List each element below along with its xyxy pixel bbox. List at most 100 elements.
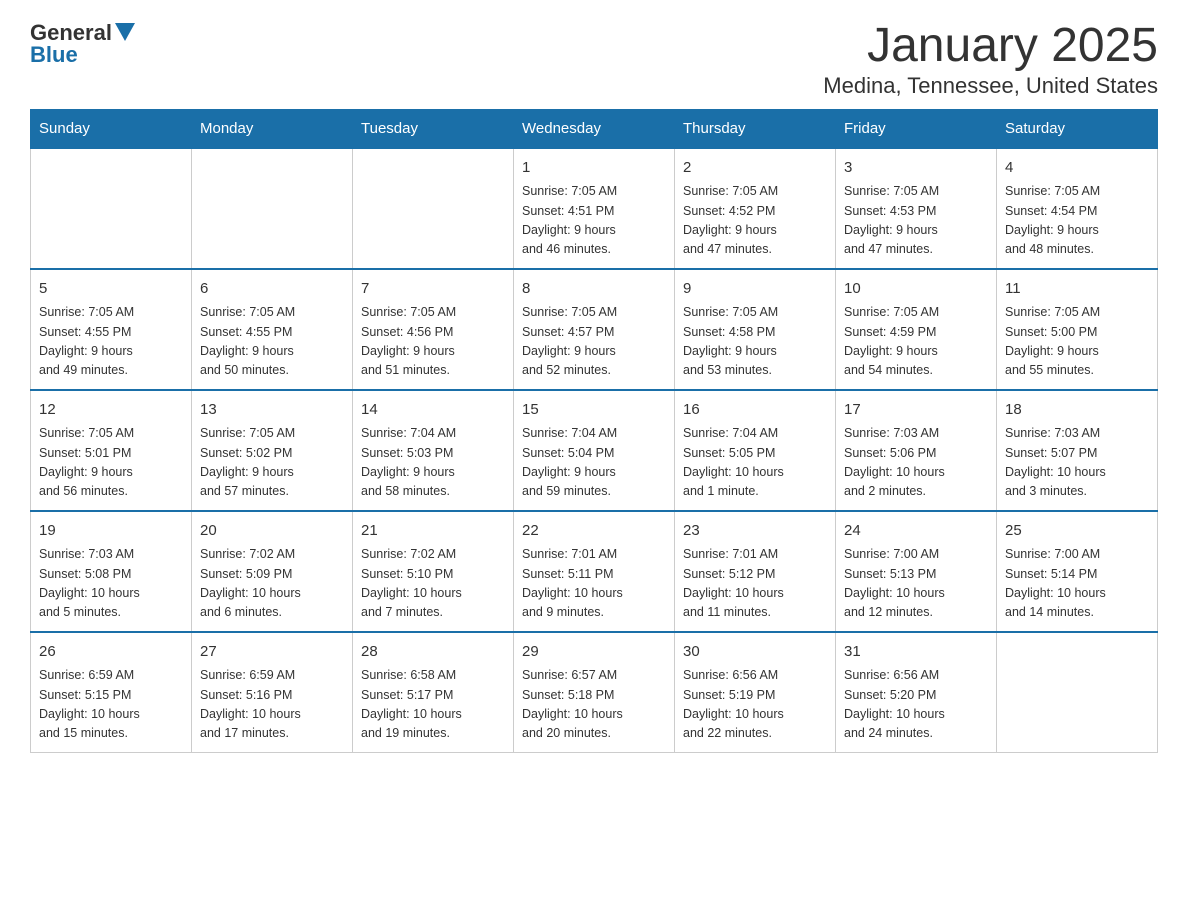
day-info: Sunrise: 7:02 AM Sunset: 5:10 PM Dayligh… [361, 545, 505, 623]
day-of-week-header: Wednesday [514, 109, 675, 148]
page-subtitle: Medina, Tennessee, United States [823, 73, 1158, 99]
day-of-week-header: Tuesday [353, 109, 514, 148]
day-number: 31 [844, 641, 988, 664]
calendar-cell: 4Sunrise: 7:05 AM Sunset: 4:54 PM Daylig… [997, 148, 1158, 269]
calendar-cell: 30Sunrise: 6:56 AM Sunset: 5:19 PM Dayli… [675, 632, 836, 753]
logo-arrow-icon [115, 23, 135, 41]
day-info: Sunrise: 7:05 AM Sunset: 4:55 PM Dayligh… [200, 303, 344, 381]
calendar-cell: 18Sunrise: 7:03 AM Sunset: 5:07 PM Dayli… [997, 390, 1158, 511]
day-number: 29 [522, 641, 666, 664]
days-of-week-row: SundayMondayTuesdayWednesdayThursdayFrid… [31, 109, 1158, 148]
calendar-body: 1Sunrise: 7:05 AM Sunset: 4:51 PM Daylig… [31, 148, 1158, 753]
calendar-week-row: 1Sunrise: 7:05 AM Sunset: 4:51 PM Daylig… [31, 148, 1158, 269]
calendar-cell: 22Sunrise: 7:01 AM Sunset: 5:11 PM Dayli… [514, 511, 675, 632]
logo: General Blue [30, 20, 135, 68]
day-info: Sunrise: 7:04 AM Sunset: 5:05 PM Dayligh… [683, 424, 827, 502]
calendar-header: SundayMondayTuesdayWednesdayThursdayFrid… [31, 109, 1158, 148]
day-number: 9 [683, 278, 827, 301]
page-header: General Blue January 2025 Medina, Tennes… [30, 20, 1158, 99]
day-number: 22 [522, 520, 666, 543]
calendar-cell [31, 148, 192, 269]
day-info: Sunrise: 7:05 AM Sunset: 4:59 PM Dayligh… [844, 303, 988, 381]
title-section: January 2025 Medina, Tennessee, United S… [823, 20, 1158, 99]
day-number: 6 [200, 278, 344, 301]
day-info: Sunrise: 7:05 AM Sunset: 4:55 PM Dayligh… [39, 303, 183, 381]
calendar-cell: 12Sunrise: 7:05 AM Sunset: 5:01 PM Dayli… [31, 390, 192, 511]
day-number: 15 [522, 399, 666, 422]
day-number: 18 [1005, 399, 1149, 422]
calendar-cell: 5Sunrise: 7:05 AM Sunset: 4:55 PM Daylig… [31, 269, 192, 390]
day-info: Sunrise: 7:05 AM Sunset: 5:01 PM Dayligh… [39, 424, 183, 502]
calendar-cell: 24Sunrise: 7:00 AM Sunset: 5:13 PM Dayli… [836, 511, 997, 632]
day-info: Sunrise: 7:01 AM Sunset: 5:11 PM Dayligh… [522, 545, 666, 623]
day-number: 14 [361, 399, 505, 422]
day-number: 30 [683, 641, 827, 664]
day-number: 2 [683, 157, 827, 180]
day-number: 25 [1005, 520, 1149, 543]
calendar-cell: 3Sunrise: 7:05 AM Sunset: 4:53 PM Daylig… [836, 148, 997, 269]
day-of-week-header: Monday [192, 109, 353, 148]
day-info: Sunrise: 7:00 AM Sunset: 5:13 PM Dayligh… [844, 545, 988, 623]
calendar-cell: 23Sunrise: 7:01 AM Sunset: 5:12 PM Dayli… [675, 511, 836, 632]
calendar-cell: 17Sunrise: 7:03 AM Sunset: 5:06 PM Dayli… [836, 390, 997, 511]
day-number: 13 [200, 399, 344, 422]
day-info: Sunrise: 7:05 AM Sunset: 4:58 PM Dayligh… [683, 303, 827, 381]
day-info: Sunrise: 6:58 AM Sunset: 5:17 PM Dayligh… [361, 666, 505, 744]
calendar-cell: 6Sunrise: 7:05 AM Sunset: 4:55 PM Daylig… [192, 269, 353, 390]
day-info: Sunrise: 7:05 AM Sunset: 4:56 PM Dayligh… [361, 303, 505, 381]
day-number: 26 [39, 641, 183, 664]
day-of-week-header: Sunday [31, 109, 192, 148]
day-info: Sunrise: 7:05 AM Sunset: 4:51 PM Dayligh… [522, 182, 666, 260]
day-number: 1 [522, 157, 666, 180]
day-of-week-header: Saturday [997, 109, 1158, 148]
day-number: 5 [39, 278, 183, 301]
calendar-cell: 2Sunrise: 7:05 AM Sunset: 4:52 PM Daylig… [675, 148, 836, 269]
calendar-cell: 27Sunrise: 6:59 AM Sunset: 5:16 PM Dayli… [192, 632, 353, 753]
day-number: 10 [844, 278, 988, 301]
day-number: 4 [1005, 157, 1149, 180]
day-info: Sunrise: 6:57 AM Sunset: 5:18 PM Dayligh… [522, 666, 666, 744]
calendar-cell [997, 632, 1158, 753]
day-number: 24 [844, 520, 988, 543]
day-info: Sunrise: 6:56 AM Sunset: 5:20 PM Dayligh… [844, 666, 988, 744]
day-info: Sunrise: 7:03 AM Sunset: 5:06 PM Dayligh… [844, 424, 988, 502]
calendar-cell: 20Sunrise: 7:02 AM Sunset: 5:09 PM Dayli… [192, 511, 353, 632]
calendar-cell: 16Sunrise: 7:04 AM Sunset: 5:05 PM Dayli… [675, 390, 836, 511]
calendar-cell: 28Sunrise: 6:58 AM Sunset: 5:17 PM Dayli… [353, 632, 514, 753]
day-info: Sunrise: 6:56 AM Sunset: 5:19 PM Dayligh… [683, 666, 827, 744]
calendar-cell: 29Sunrise: 6:57 AM Sunset: 5:18 PM Dayli… [514, 632, 675, 753]
calendar-week-row: 5Sunrise: 7:05 AM Sunset: 4:55 PM Daylig… [31, 269, 1158, 390]
day-info: Sunrise: 7:02 AM Sunset: 5:09 PM Dayligh… [200, 545, 344, 623]
calendar-cell: 15Sunrise: 7:04 AM Sunset: 5:04 PM Dayli… [514, 390, 675, 511]
day-info: Sunrise: 7:03 AM Sunset: 5:07 PM Dayligh… [1005, 424, 1149, 502]
day-info: Sunrise: 7:05 AM Sunset: 5:02 PM Dayligh… [200, 424, 344, 502]
day-number: 23 [683, 520, 827, 543]
day-info: Sunrise: 6:59 AM Sunset: 5:16 PM Dayligh… [200, 666, 344, 744]
calendar-cell [192, 148, 353, 269]
day-info: Sunrise: 7:04 AM Sunset: 5:03 PM Dayligh… [361, 424, 505, 502]
calendar-cell: 14Sunrise: 7:04 AM Sunset: 5:03 PM Dayli… [353, 390, 514, 511]
calendar-cell: 13Sunrise: 7:05 AM Sunset: 5:02 PM Dayli… [192, 390, 353, 511]
day-number: 8 [522, 278, 666, 301]
calendar-cell: 8Sunrise: 7:05 AM Sunset: 4:57 PM Daylig… [514, 269, 675, 390]
calendar-week-row: 26Sunrise: 6:59 AM Sunset: 5:15 PM Dayli… [31, 632, 1158, 753]
calendar-cell: 19Sunrise: 7:03 AM Sunset: 5:08 PM Dayli… [31, 511, 192, 632]
calendar-cell: 25Sunrise: 7:00 AM Sunset: 5:14 PM Dayli… [997, 511, 1158, 632]
day-info: Sunrise: 7:04 AM Sunset: 5:04 PM Dayligh… [522, 424, 666, 502]
day-number: 12 [39, 399, 183, 422]
calendar-cell: 21Sunrise: 7:02 AM Sunset: 5:10 PM Dayli… [353, 511, 514, 632]
day-number: 28 [361, 641, 505, 664]
page-title: January 2025 [823, 20, 1158, 73]
calendar-cell [353, 148, 514, 269]
calendar-cell: 9Sunrise: 7:05 AM Sunset: 4:58 PM Daylig… [675, 269, 836, 390]
calendar-week-row: 19Sunrise: 7:03 AM Sunset: 5:08 PM Dayli… [31, 511, 1158, 632]
day-info: Sunrise: 7:01 AM Sunset: 5:12 PM Dayligh… [683, 545, 827, 623]
day-number: 20 [200, 520, 344, 543]
calendar-cell: 11Sunrise: 7:05 AM Sunset: 5:00 PM Dayli… [997, 269, 1158, 390]
calendar-cell: 1Sunrise: 7:05 AM Sunset: 4:51 PM Daylig… [514, 148, 675, 269]
day-info: Sunrise: 6:59 AM Sunset: 5:15 PM Dayligh… [39, 666, 183, 744]
day-info: Sunrise: 7:03 AM Sunset: 5:08 PM Dayligh… [39, 545, 183, 623]
day-info: Sunrise: 7:05 AM Sunset: 5:00 PM Dayligh… [1005, 303, 1149, 381]
day-number: 21 [361, 520, 505, 543]
day-number: 19 [39, 520, 183, 543]
